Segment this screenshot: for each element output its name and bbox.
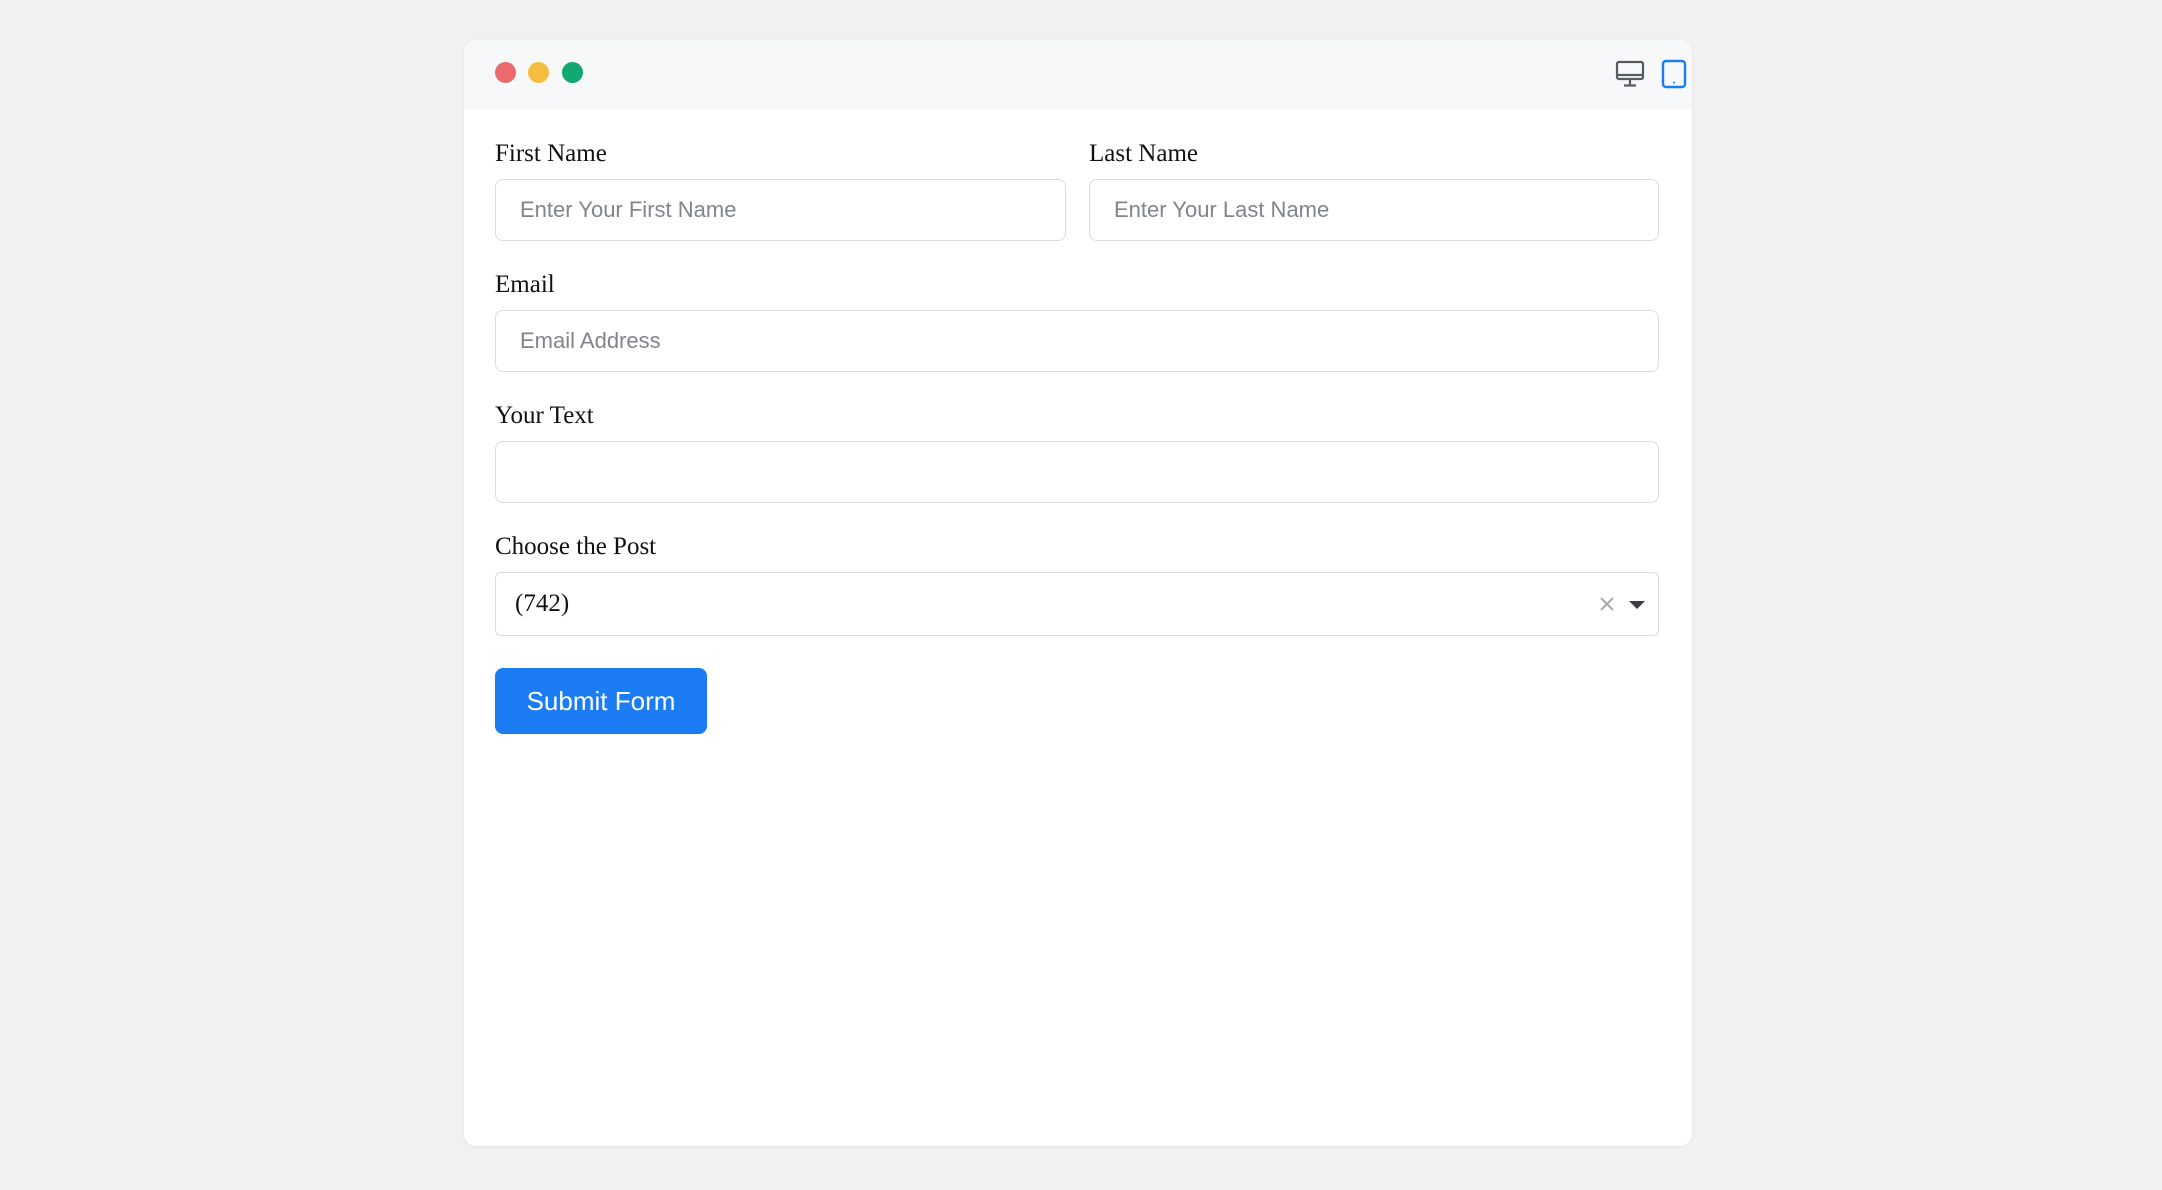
titlebar bbox=[464, 40, 1692, 110]
clear-icon[interactable] bbox=[1596, 593, 1618, 615]
post-select[interactable]: (742) bbox=[495, 572, 1659, 636]
email-input[interactable] bbox=[495, 310, 1659, 372]
submit-form-button[interactable]: Submit Form bbox=[495, 668, 707, 734]
desktop-icon[interactable] bbox=[1614, 58, 1646, 90]
email-label: Email bbox=[495, 271, 555, 298]
minimize-dot-icon[interactable] bbox=[528, 62, 549, 83]
maximize-dot-icon[interactable] bbox=[562, 62, 583, 83]
post-select-value: (742) bbox=[515, 590, 570, 617]
last-name-label: Last Name bbox=[1089, 140, 1198, 167]
your-text-label: Your Text bbox=[495, 402, 594, 429]
first-name-label: First Name bbox=[495, 140, 607, 167]
tablet-icon[interactable] bbox=[1658, 58, 1690, 90]
form-window: First Name Last Name Email Your Text Cho… bbox=[464, 40, 1692, 1146]
first-name-input[interactable] bbox=[495, 179, 1066, 241]
chevron-down-icon[interactable] bbox=[1628, 598, 1646, 610]
post-select-label: Choose the Post bbox=[495, 533, 657, 560]
your-text-input[interactable] bbox=[495, 441, 1659, 503]
close-dot-icon[interactable] bbox=[495, 62, 516, 83]
last-name-input[interactable] bbox=[1089, 179, 1659, 241]
